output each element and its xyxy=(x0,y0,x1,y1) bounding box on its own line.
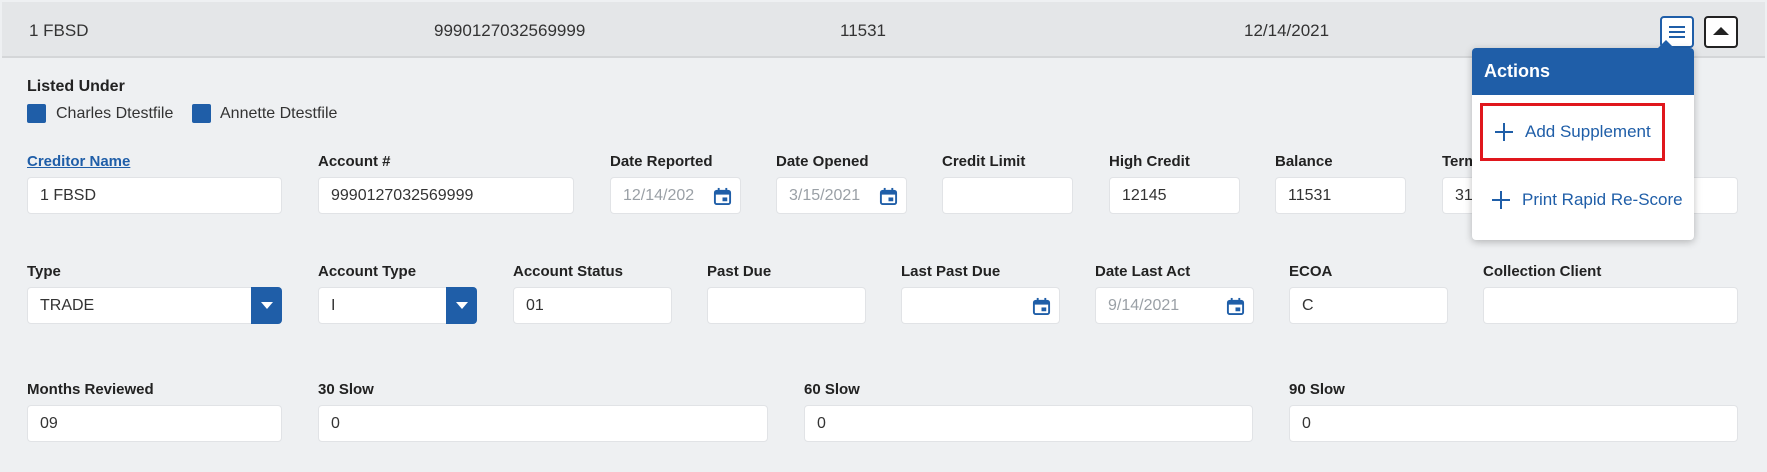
slow90-value: 0 xyxy=(1302,414,1311,432)
credit-limit-field[interactable] xyxy=(942,177,1073,214)
ecoa-value: C xyxy=(1302,296,1314,314)
calendar-icon[interactable] xyxy=(713,187,732,206)
high-credit-label: High Credit xyxy=(1109,153,1190,170)
type-label: Type xyxy=(27,263,61,280)
listed-under-title: Listed Under xyxy=(27,78,125,95)
date-reported-field[interactable]: 12/14/202 xyxy=(610,177,741,214)
account-status-label: Account Status xyxy=(513,263,624,280)
date-last-act-value: 9/14/2021 xyxy=(1108,296,1180,314)
add-supplement-menu-item[interactable]: Add Supplement xyxy=(1480,103,1665,161)
date-opened-field[interactable]: 3/15/2021 xyxy=(776,177,907,214)
date-reported-value: 12/14/202 xyxy=(623,186,695,204)
chevron-down-icon[interactable] xyxy=(251,287,282,324)
type-select[interactable]: TRADE xyxy=(27,287,282,324)
slow30-value: 0 xyxy=(331,414,340,432)
slow30-label: 30 Slow xyxy=(318,381,374,398)
slow60-value: 0 xyxy=(817,414,826,432)
account-type-label: Account Type xyxy=(318,263,417,280)
date-opened-label: Date Opened xyxy=(776,153,869,170)
legend-square-annette xyxy=(192,104,211,123)
collection-client-field[interactable] xyxy=(1483,287,1738,324)
account-type-select[interactable]: I xyxy=(318,287,477,324)
type-value: TRADE xyxy=(40,296,95,314)
balance-label: Balance xyxy=(1275,153,1333,170)
date-last-act-label: Date Last Act xyxy=(1095,263,1191,280)
months-reviewed-value: 09 xyxy=(40,414,58,432)
summary-creditor: 1 FBSD xyxy=(29,21,89,40)
creditor-name-link[interactable]: Creditor Name xyxy=(27,153,130,170)
account-status-field[interactable]: 01 xyxy=(513,287,672,324)
calendar-icon[interactable] xyxy=(1226,297,1245,316)
legend-square-charles xyxy=(27,104,46,123)
print-rapid-rescore-menu-item[interactable]: Print Rapid Re-Score xyxy=(1480,171,1683,229)
menu-icon xyxy=(1669,26,1685,38)
account-status-value: 01 xyxy=(526,296,544,314)
date-last-act-field[interactable]: 9/14/2021 xyxy=(1095,287,1254,324)
high-credit-value: 12145 xyxy=(1122,186,1167,204)
ecoa-label: ECOA xyxy=(1289,263,1333,280)
slow60-field[interactable]: 0 xyxy=(804,405,1253,442)
balance-value: 11531 xyxy=(1288,186,1332,204)
summary-balance: 11531 xyxy=(840,21,887,40)
slow90-label: 90 Slow xyxy=(1289,381,1345,398)
slow60-label: 60 Slow xyxy=(804,381,860,398)
account-type-value: I xyxy=(331,296,336,314)
account-label: Account # xyxy=(318,153,391,170)
plus-icon xyxy=(1495,123,1513,141)
plus-icon xyxy=(1492,191,1510,209)
listed-under-name: Charles Dtestfile xyxy=(56,105,174,122)
slow90-field[interactable]: 0 xyxy=(1289,405,1738,442)
months-reviewed-field[interactable]: 09 xyxy=(27,405,282,442)
print-rapid-rescore-label: Print Rapid Re-Score xyxy=(1522,190,1683,209)
trade-line-panel: 1 FBSD 9990127032569999 11531 12/14/2021… xyxy=(0,0,1767,472)
collapse-icon xyxy=(1713,27,1729,35)
summary-account: 9990127032569999 xyxy=(434,21,586,40)
collection-client-label: Collection Client xyxy=(1483,263,1602,280)
months-reviewed-label: Months Reviewed xyxy=(27,381,154,398)
creditor-name-value: 1 FBSD xyxy=(40,186,97,204)
date-reported-label: Date Reported xyxy=(610,153,713,170)
creditor-name-field[interactable]: 1 FBSD xyxy=(27,177,282,214)
slow30-field[interactable]: 0 xyxy=(318,405,768,442)
collapse-button[interactable] xyxy=(1704,16,1738,48)
actions-header: Actions xyxy=(1472,48,1694,95)
actions-dropdown: Actions Add Supplement Print Rapid Re-Sc… xyxy=(1472,40,1694,240)
terms-value: 31 xyxy=(1455,186,1473,204)
account-value: 9990127032569999 xyxy=(331,186,474,204)
last-past-due-label: Last Past Due xyxy=(901,263,1001,280)
ecoa-field[interactable]: C xyxy=(1289,287,1448,324)
summary-date: 12/14/2021 xyxy=(1244,21,1330,40)
past-due-label: Past Due xyxy=(707,263,772,280)
last-past-due-field[interactable] xyxy=(901,287,1060,324)
chevron-down-icon[interactable] xyxy=(446,287,477,324)
add-supplement-label: Add Supplement xyxy=(1525,122,1651,141)
high-credit-field[interactable]: 12145 xyxy=(1109,177,1240,214)
calendar-icon[interactable] xyxy=(879,187,898,206)
listed-under-name: Annette Dtestfile xyxy=(220,105,338,122)
credit-limit-label: Credit Limit xyxy=(942,153,1026,170)
balance-field[interactable]: 11531 xyxy=(1275,177,1406,214)
account-field[interactable]: 9990127032569999 xyxy=(318,177,574,214)
calendar-icon[interactable] xyxy=(1032,297,1051,316)
date-opened-value: 3/15/2021 xyxy=(789,186,861,204)
past-due-field[interactable] xyxy=(707,287,866,324)
